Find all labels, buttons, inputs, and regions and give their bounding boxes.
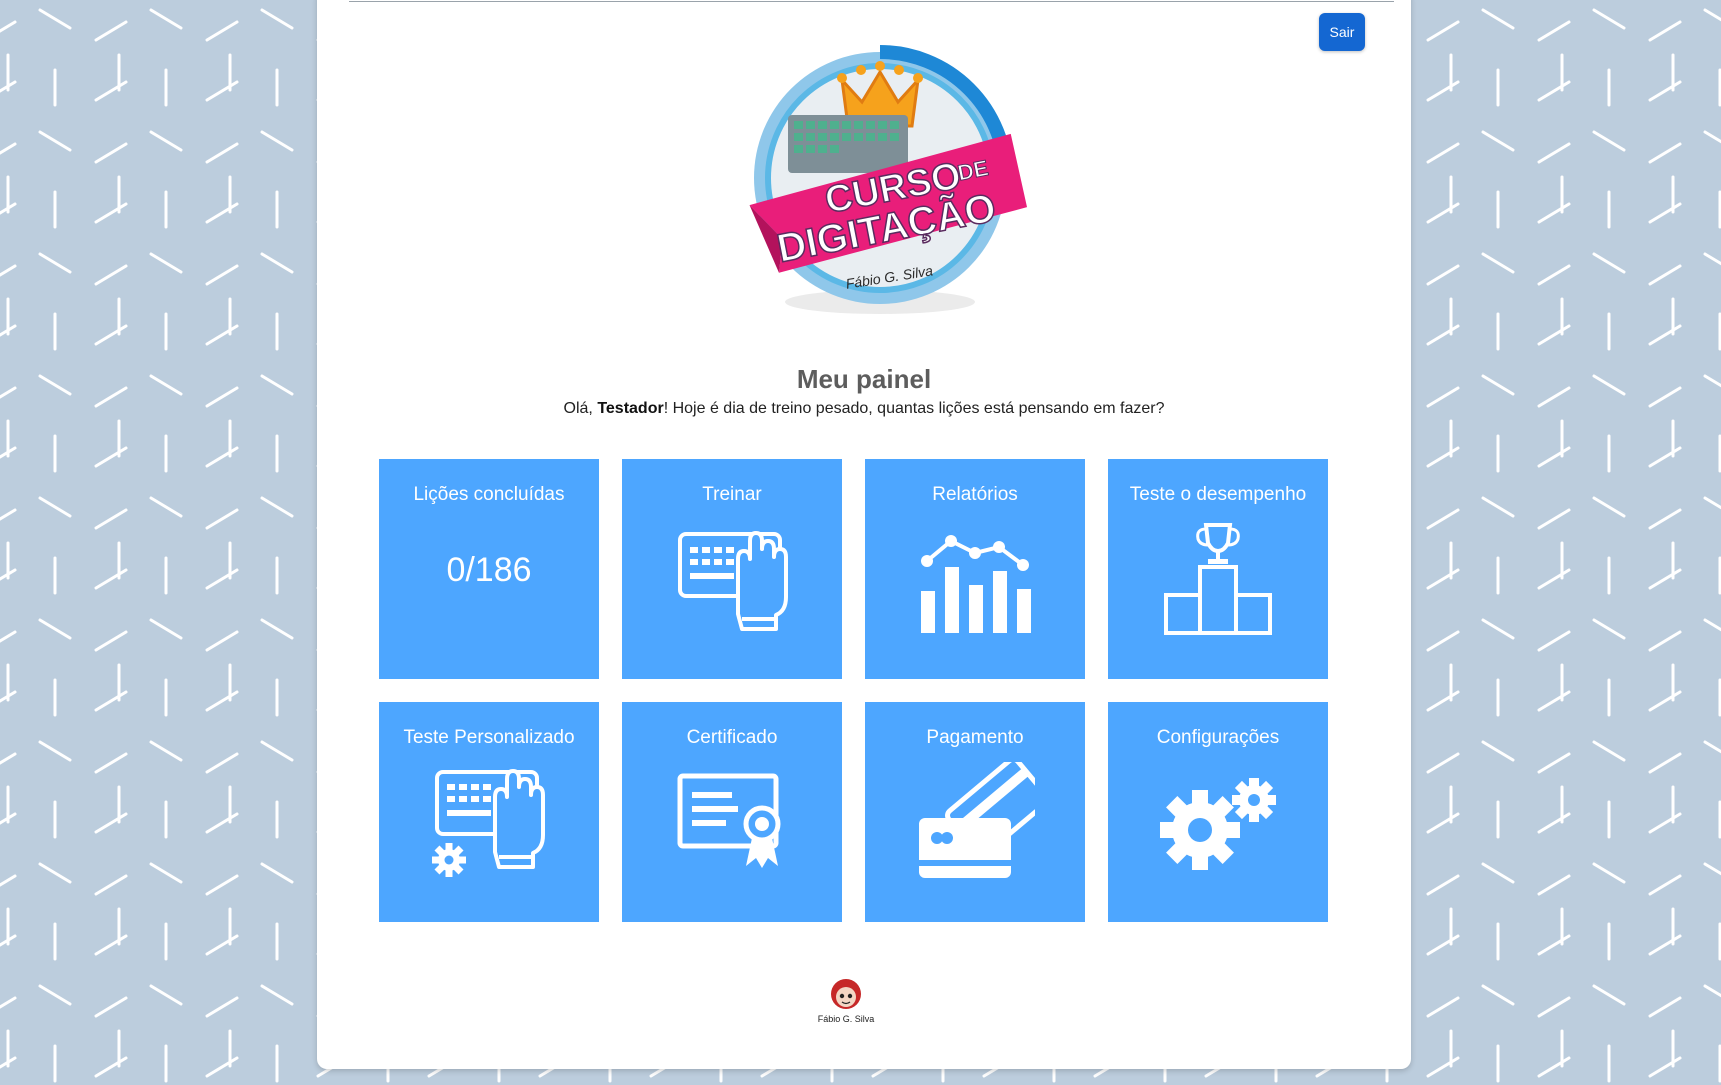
- tile-payment[interactable]: Pagamento: [865, 702, 1085, 922]
- tile-settings[interactable]: Configurações: [1108, 702, 1328, 922]
- tile-label: Configurações: [1156, 727, 1280, 748]
- credit-card-icon: [919, 762, 1035, 878]
- top-divider: [349, 1, 1394, 2]
- gears-icon: [1160, 778, 1276, 870]
- tile-performance-test[interactable]: Teste o desempenho: [1108, 459, 1328, 679]
- tile-label: Lições concluídas: [413, 484, 565, 505]
- tile-custom-test[interactable]: Teste Personalizado: [379, 702, 599, 922]
- trophy-podium-icon: [1164, 523, 1272, 635]
- keyboard-gear-icon: [432, 769, 545, 877]
- greeting-text: Olá, Testador! Hoje é dia de treino pesa…: [563, 400, 1165, 417]
- user-name: Testador: [597, 400, 664, 417]
- course-logo: CURSO DE DIGITAÇÃO Fábio G. Silva: [749, 45, 1028, 314]
- tile-completed-lessons[interactable]: Lições concluídas 0/186: [379, 459, 599, 679]
- tile-label: Certificado: [686, 727, 778, 748]
- tile-label: Treinar: [702, 484, 762, 505]
- footer-brand-logo: Fábio G. Silva: [818, 979, 875, 1024]
- tile-label: Teste Personalizado: [403, 727, 575, 748]
- keyboard-hand-icon: [678, 531, 788, 631]
- tile-label: Relatórios: [932, 484, 1018, 505]
- keyboard-illustration: [788, 115, 908, 173]
- svg-text:Fábio G. Silva: Fábio G. Silva: [818, 1014, 875, 1024]
- tile-label: Teste o desempenho: [1129, 484, 1307, 505]
- bar-chart-icon: [921, 535, 1031, 633]
- tile-train[interactable]: Treinar: [622, 459, 842, 679]
- tile-label: Pagamento: [926, 727, 1024, 748]
- tile-reports[interactable]: Relatórios: [865, 459, 1085, 679]
- main-card: Sair CURSO DE DIGITAÇÃO Fábio G. Silva M…: [317, 0, 1411, 1069]
- logout-button[interactable]: Sair: [1319, 13, 1365, 51]
- tile-certificate[interactable]: Certificado: [622, 702, 842, 922]
- certificate-icon: [677, 773, 781, 868]
- page-title: Meu painel: [796, 364, 932, 394]
- lessons-counter: 0/186: [446, 551, 532, 589]
